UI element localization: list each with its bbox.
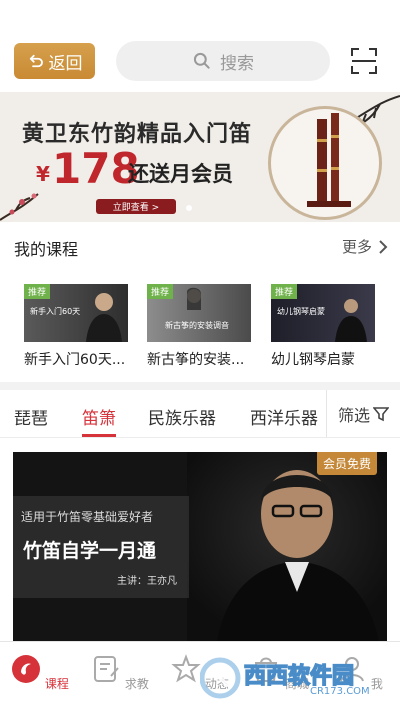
- recommend-tag: 推荐: [24, 284, 51, 299]
- back-label: 返回: [48, 53, 83, 74]
- member-free-badge: 会员免费: [316, 452, 377, 475]
- course-name: 新古筝的安装...: [147, 352, 245, 368]
- featured-title: 竹笛自学一月通: [23, 540, 157, 562]
- banner-subtitle: 还送月会员: [128, 162, 233, 186]
- section-title: 我的课程: [14, 240, 79, 259]
- featured-info-panel: 适用于竹笛零基础爱好者 竹笛自学一月通 主讲：王亦凡: [13, 496, 189, 598]
- recommend-tag: 推荐: [271, 284, 298, 299]
- tab-dixiao[interactable]: 笛箫: [82, 404, 116, 429]
- thumbnail-caption: 幼儿钢琴启蒙: [277, 307, 325, 316]
- course-card[interactable]: 推荐 幼儿钢琴启蒙 幼儿钢琴启蒙: [271, 284, 375, 369]
- course-card[interactable]: 推荐 新古筝的安装调音 新古筝的安装...: [147, 284, 251, 369]
- more-label: 更多: [341, 238, 372, 256]
- recommend-tag: 推荐: [147, 284, 174, 299]
- teacher-photo: [187, 452, 387, 642]
- tab-pipa[interactable]: 琵琶: [14, 404, 48, 429]
- course-thumbnail: 推荐 新手入门60天: [24, 284, 128, 342]
- tab-western-instruments[interactable]: 西洋乐器: [250, 404, 318, 429]
- course-thumbnail: 推荐 幼儿钢琴启蒙: [271, 284, 375, 342]
- search-placeholder: 搜索: [220, 53, 254, 74]
- banner-price: 178: [52, 144, 140, 193]
- carousel-dot-active[interactable]: [186, 205, 192, 211]
- feed-icon: [171, 654, 201, 683]
- course-list: 推荐 新手入门60天 新手入门60天... 推荐 新古筝的安装调音 新古筝的安装…: [0, 284, 400, 374]
- banner-cta-button[interactable]: 立即查看 >: [96, 199, 176, 214]
- course-icon: [12, 655, 41, 683]
- featured-subtitle: 适用于竹笛零基础爱好者: [21, 510, 154, 524]
- promo-banner[interactable]: 黄卫东竹韵精品入门笛 ¥ 178 还送月会员 立即查看 >: [0, 92, 400, 222]
- chevron-right-icon: [379, 239, 388, 254]
- top-bar: 返回 搜索: [0, 0, 400, 92]
- filter-button[interactable]: 筛选: [326, 390, 400, 437]
- watermark-url: CR173.COM: [310, 686, 370, 697]
- ask-icon: [94, 656, 119, 682]
- category-tabs: 琵琶 笛箫 民族乐器 西洋乐器 筛选: [0, 390, 400, 438]
- flute-product-image: [268, 106, 382, 220]
- plum-branch-decoration: [0, 193, 39, 221]
- active-tab-indicator: [82, 434, 116, 437]
- search-icon: [193, 52, 210, 69]
- site-watermark: 西西软件园 CR173.COM: [199, 652, 380, 704]
- nav-ask[interactable]: 求教: [90, 654, 150, 692]
- my-courses-header: 我的课程 更多: [0, 228, 400, 264]
- course-thumbnail: 推荐 新古筝的安装调音: [147, 284, 251, 342]
- tab-folk-instruments[interactable]: 民族乐器: [148, 404, 216, 429]
- nav-label: 课程: [44, 677, 69, 691]
- course-card[interactable]: 推荐 新手入门60天 新手入门60天...: [24, 284, 128, 369]
- filter-icon: [373, 406, 389, 421]
- banner-currency: ¥: [36, 162, 50, 186]
- nav-label: 求教: [124, 677, 149, 691]
- section-divider: [0, 382, 400, 390]
- return-arrow-icon: [29, 54, 43, 68]
- featured-course-card[interactable]: 会员免费 适用于竹笛零基础爱好者 竹笛自学一月通 主讲：王亦凡: [13, 452, 387, 642]
- thumbnail-caption: 新手入门60天: [30, 307, 81, 316]
- scan-icon[interactable]: [350, 47, 378, 75]
- nav-course[interactable]: 课程: [10, 654, 70, 692]
- more-link[interactable]: 更多: [342, 236, 388, 257]
- search-input[interactable]: 搜索: [116, 41, 330, 81]
- course-name: 幼儿钢琴启蒙: [271, 352, 355, 368]
- featured-teacher: 主讲：王亦凡: [117, 576, 177, 587]
- back-button[interactable]: 返回: [14, 43, 95, 79]
- course-name: 新手入门60天...: [24, 352, 126, 368]
- filter-label: 筛选: [337, 405, 370, 425]
